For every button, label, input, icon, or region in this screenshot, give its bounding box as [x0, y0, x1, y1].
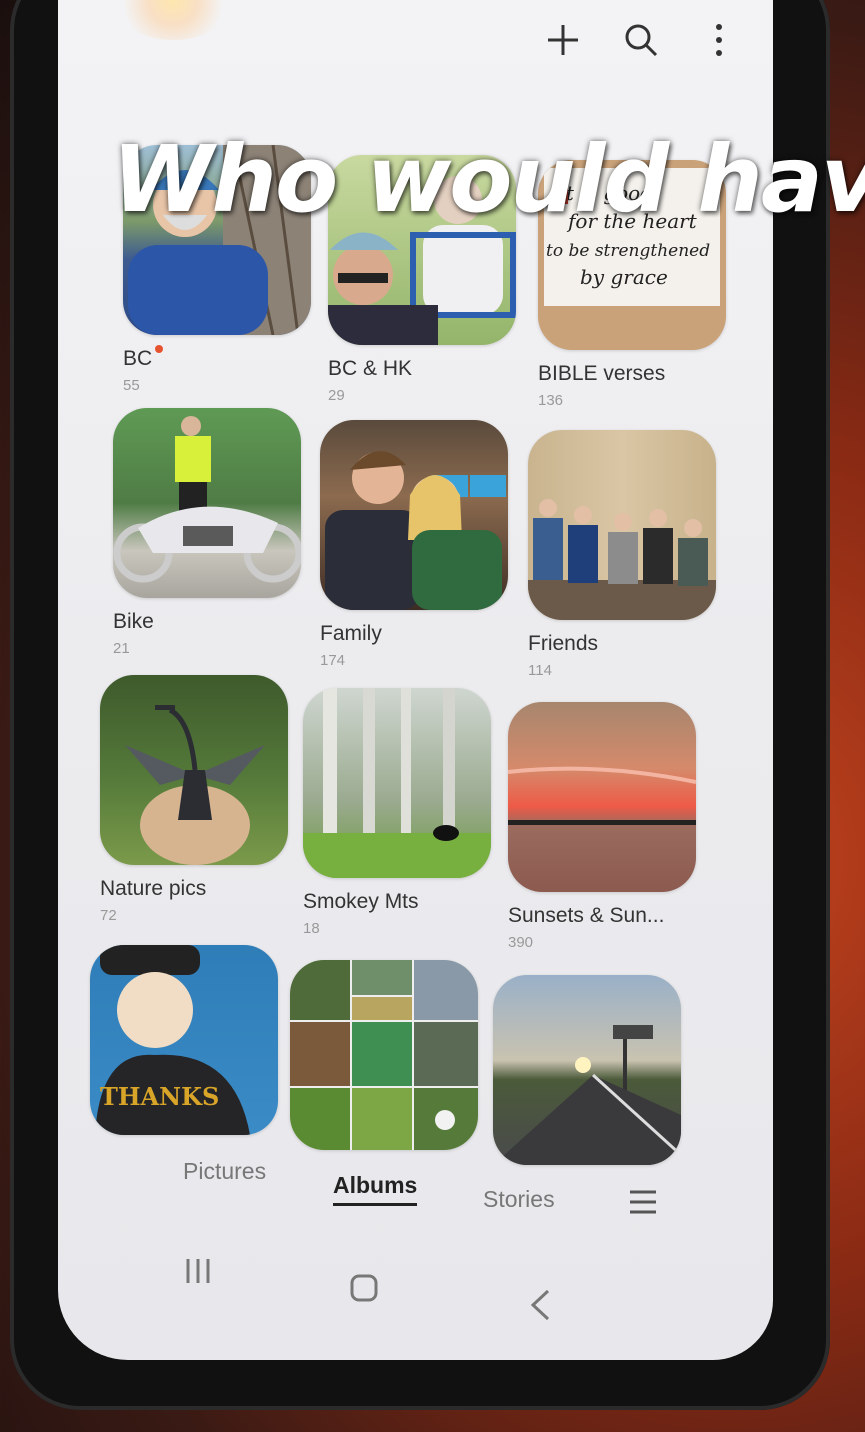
thumb-thanks-text: THANKS: [100, 1082, 219, 1111]
album-thumbnail[interactable]: THANKS: [90, 945, 278, 1135]
plus-icon[interactable]: [543, 20, 583, 60]
more-vertical-icon[interactable]: [699, 20, 739, 60]
album-thumbnail[interactable]: [528, 430, 716, 620]
tab-stories[interactable]: Stories: [483, 1186, 555, 1213]
album-name: Bike: [113, 610, 154, 633]
album-count: 55: [123, 377, 140, 394]
album-toolbar: [543, 20, 739, 60]
home-icon[interactable]: [348, 1272, 380, 1309]
thumb-verse-text: to be strengthened: [546, 241, 710, 261]
album-count: 18: [303, 920, 320, 937]
gallery-bottom-nav: Pictures Albums Stories: [178, 1158, 678, 1218]
album-thumbnail[interactable]: [320, 420, 508, 610]
album-tile[interactable]: [493, 975, 681, 1165]
album-count: 174: [320, 652, 346, 669]
back-icon[interactable]: [528, 1288, 552, 1327]
album-count: 390: [508, 934, 534, 951]
album-thumbnail[interactable]: [508, 702, 696, 892]
album-thumbnail[interactable]: [303, 688, 491, 878]
album-name: BC: [123, 345, 311, 371]
album-tile[interactable]: [290, 960, 478, 1150]
album-name: BIBLE verses: [538, 362, 666, 385]
album-name: Smokey Mts: [303, 890, 419, 913]
new-badge-dot: [155, 345, 164, 353]
album-name: Friends: [528, 632, 599, 655]
album-thumbnail[interactable]: [100, 675, 288, 865]
album-tile[interactable]: Bike 21: [113, 408, 301, 657]
album-tile[interactable]: Sunsets & Sun... 390: [508, 702, 696, 951]
album-name: BC & HK: [328, 357, 413, 380]
overlay-caption: Who would hav: [112, 126, 865, 233]
album-tile[interactable]: Smokey Mts 18: [303, 688, 491, 937]
album-count: 136: [538, 392, 564, 409]
recents-icon[interactable]: [183, 1256, 213, 1291]
album-tile[interactable]: Friends 114: [528, 430, 716, 679]
album-thumbnail[interactable]: [113, 408, 301, 598]
album-tile[interactable]: Nature pics 72: [100, 675, 288, 924]
tab-pictures[interactable]: Pictures: [183, 1158, 266, 1185]
album-thumbnail[interactable]: [290, 960, 478, 1150]
system-nav-bar: [58, 1240, 773, 1321]
light-glare: [113, 0, 233, 40]
album-count: 29: [328, 387, 345, 404]
thumb-verse-text: by grace: [580, 265, 668, 289]
album-thumbnail[interactable]: [493, 975, 681, 1165]
album-count: 114: [528, 662, 552, 679]
hamburger-menu-icon[interactable]: [628, 1188, 658, 1222]
search-icon[interactable]: [621, 20, 661, 60]
album-count: 21: [113, 640, 130, 657]
album-name: Nature pics: [100, 877, 207, 900]
album-tile[interactable]: THANKS: [90, 945, 278, 1135]
album-count: 72: [100, 907, 117, 924]
album-tile[interactable]: Family 174: [320, 420, 508, 669]
album-name: Sunsets & Sun...: [508, 904, 665, 927]
tab-albums[interactable]: Albums: [333, 1172, 418, 1206]
album-name: Family: [320, 622, 382, 645]
